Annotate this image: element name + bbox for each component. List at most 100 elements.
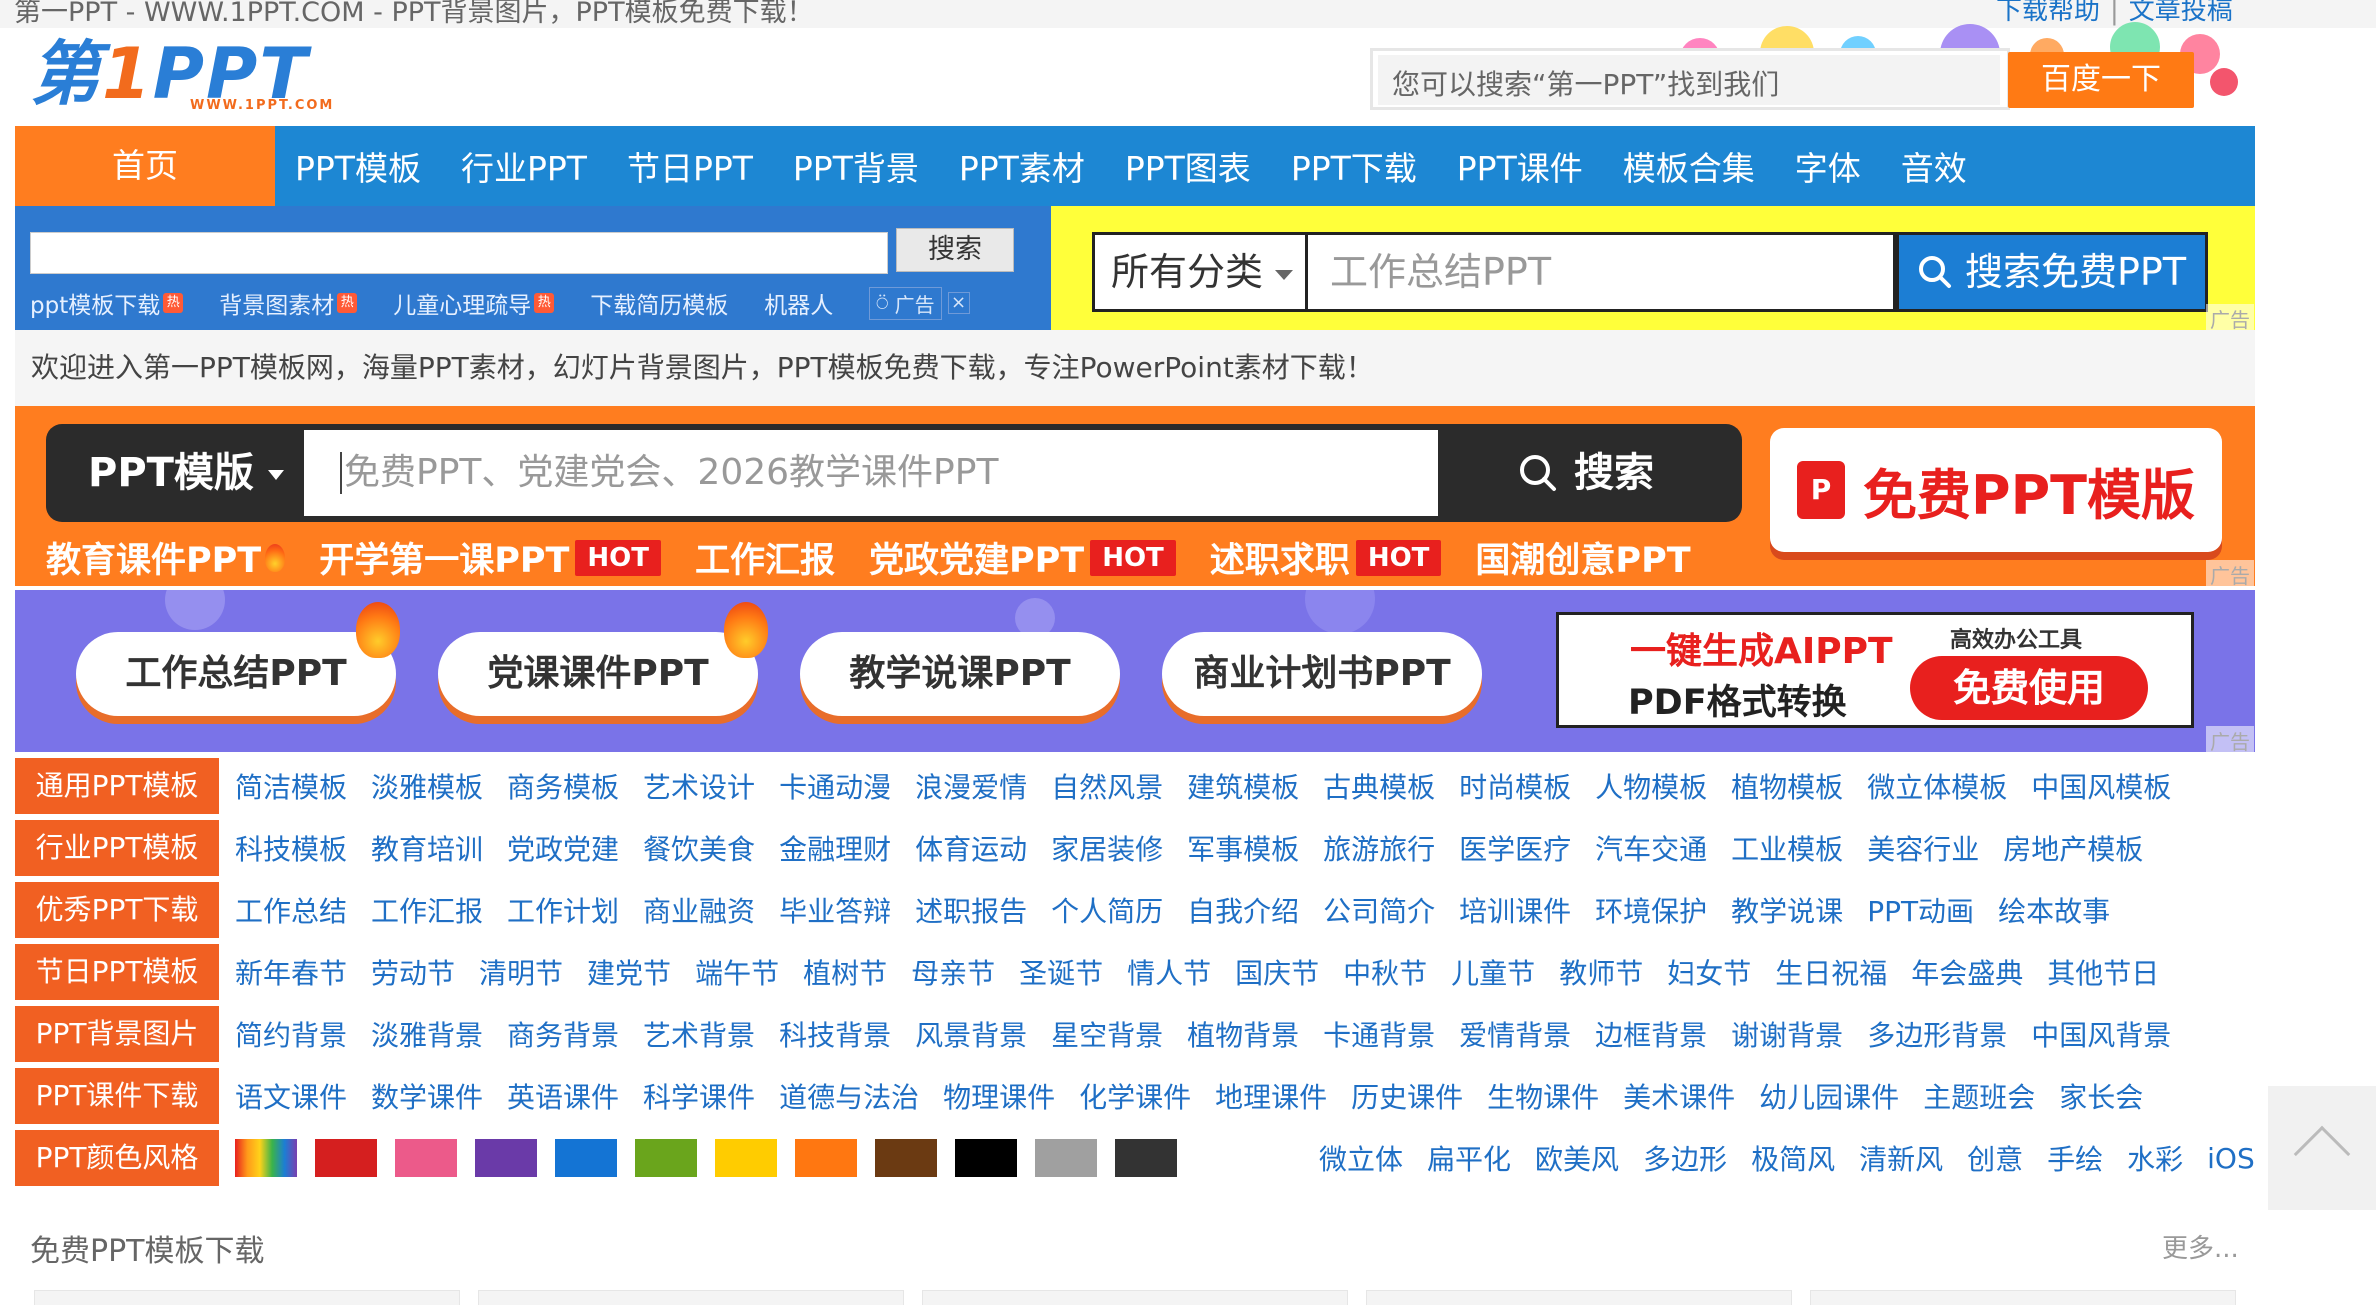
category-link[interactable]: 生日祝福 [1775,952,1887,992]
style-link[interactable]: iOS [2207,1142,2255,1175]
promo-pill-business-plan[interactable]: 商业计划书PPT [1162,632,1482,716]
promo-tag[interactable]: 开学第一课PPT HOT [319,532,661,583]
category-link[interactable]: 商务模板 [507,766,619,806]
category-link[interactable]: 母亲节 [911,952,995,992]
category-label[interactable]: 通用PPT模板 [15,758,219,814]
promo-tag[interactable]: 教育课件PPT [46,532,286,583]
category-link[interactable]: 浪漫爱情 [915,766,1027,806]
free-ppt-button[interactable]: P 免费PPT模版 [1770,428,2222,552]
nav-item-courseware[interactable]: PPT课件 [1437,142,1603,190]
free-search-input[interactable]: 工作总结PPT [1308,232,1896,312]
promo-search-input[interactable]: 免费PPT、党建党会、2026教学课件PPT [304,430,1438,516]
nav-item-font[interactable]: 字体 [1775,142,1881,190]
category-link[interactable]: 风景背景 [915,1014,1027,1054]
category-link[interactable]: 毕业答辩 [779,890,891,930]
category-link[interactable]: 边框背景 [1595,1014,1707,1054]
category-link[interactable]: 教学说课 [1731,890,1843,930]
category-link[interactable]: 党政党建 [507,828,619,868]
category-link[interactable]: 清明节 [479,952,563,992]
color-swatch[interactable] [235,1139,297,1177]
category-link[interactable]: 植物模板 [1731,766,1843,806]
template-card[interactable] [478,1290,904,1305]
category-link[interactable]: 国庆节 [1235,952,1319,992]
category-link[interactable]: 主题班会 [1923,1076,2035,1116]
category-link[interactable]: 卡通背景 [1323,1014,1435,1054]
category-link[interactable]: PPT动画 [1867,890,1974,930]
category-link[interactable]: 道德与法治 [779,1076,919,1116]
category-link[interactable]: 儿童节 [1451,952,1535,992]
category-link[interactable]: 生物课件 [1487,1076,1599,1116]
template-card[interactable] [34,1290,460,1305]
style-link[interactable]: 水彩 [2127,1138,2183,1178]
template-card[interactable] [1810,1290,2236,1305]
search-tag[interactable]: ppt模板下载热 [30,286,184,320]
category-link[interactable]: 古典模板 [1323,766,1435,806]
category-link[interactable]: 工作总结 [235,890,347,930]
search-tag[interactable]: 背景图素材热 [219,286,358,320]
template-card[interactable] [922,1290,1348,1305]
category-link[interactable]: 美术课件 [1623,1076,1735,1116]
color-swatch[interactable] [635,1139,697,1177]
nav-item-ppt-template[interactable]: PPT模板 [275,142,441,190]
category-link[interactable]: 个人简历 [1051,890,1163,930]
category-link[interactable]: 新年春节 [235,952,347,992]
style-link[interactable]: 手绘 [2047,1138,2103,1178]
category-link[interactable]: 微立体模板 [1867,766,2007,806]
nav-item-download[interactable]: PPT下载 [1271,142,1437,190]
free-use-button[interactable]: 免费使用 [1910,656,2148,720]
category-link[interactable]: 其他节日 [2047,952,2159,992]
baidu-search-button[interactable]: 百度一下 [2008,52,2194,108]
category-link[interactable]: 商业融资 [643,890,755,930]
nav-item-holiday[interactable]: 节日PPT [607,142,773,190]
category-link[interactable]: 军事模板 [1187,828,1299,868]
category-link[interactable]: 商务背景 [507,1014,619,1054]
category-link[interactable]: 简洁模板 [235,766,347,806]
category-label[interactable]: 优秀PPT下载 [15,882,219,938]
ad-close-icon[interactable]: × [947,292,970,314]
category-link[interactable]: 妇女节 [1667,952,1751,992]
style-link[interactable]: 欧美风 [1535,1138,1619,1178]
category-link[interactable]: 房地产模板 [2003,828,2143,868]
category-link[interactable]: 幼儿园课件 [1759,1076,1899,1116]
nav-item-sound[interactable]: 音效 [1881,142,1987,190]
back-to-top-button[interactable] [2268,1086,2376,1210]
category-link[interactable]: 绘本故事 [1998,890,2110,930]
promo-search-button[interactable]: 搜索 [1440,430,1730,516]
category-label[interactable]: PPT课件下载 [15,1068,219,1124]
category-link[interactable]: 星空背景 [1051,1014,1163,1054]
category-link[interactable]: 情人节 [1127,952,1211,992]
category-link[interactable]: 中国风背景 [2031,1014,2171,1054]
category-link[interactable]: 建党节 [587,952,671,992]
style-link[interactable]: 多边形 [1643,1138,1727,1178]
category-link[interactable]: 淡雅背景 [371,1014,483,1054]
more-link[interactable]: 更多... [2162,1228,2239,1265]
style-link[interactable]: 微立体 [1319,1138,1403,1178]
category-link[interactable]: 汽车交通 [1595,828,1707,868]
color-swatch[interactable] [315,1139,377,1177]
search-tag[interactable]: 机器人 [764,286,833,320]
category-link[interactable]: 科技背景 [779,1014,891,1054]
category-link[interactable]: 人物模板 [1595,766,1707,806]
category-link[interactable]: 化学课件 [1079,1076,1191,1116]
color-swatch[interactable] [955,1139,1017,1177]
category-link[interactable]: 培训课件 [1459,890,1571,930]
category-link[interactable]: 医学医疗 [1459,828,1571,868]
category-link[interactable]: 中秋节 [1343,952,1427,992]
category-link[interactable]: 科技模板 [235,828,347,868]
category-link[interactable]: 金融理财 [779,828,891,868]
free-search-button[interactable]: 搜索免费PPT [1896,232,2208,312]
category-link[interactable]: 淡雅模板 [371,766,483,806]
category-link[interactable]: 多边形背景 [1867,1014,2007,1054]
category-link[interactable]: 卡通动漫 [779,766,891,806]
category-link[interactable]: 爱情背景 [1459,1014,1571,1054]
category-link[interactable]: 中国风模板 [2031,766,2171,806]
site-search-input[interactable] [30,232,888,274]
promo-pill-work-summary[interactable]: 工作总结PPT [76,632,396,716]
category-link[interactable]: 年会盛典 [1911,952,2023,992]
category-link[interactable]: 公司简介 [1323,890,1435,930]
category-link[interactable]: 地理课件 [1215,1076,1327,1116]
nav-item-material[interactable]: PPT素材 [939,142,1105,190]
category-link[interactable]: 艺术背景 [643,1014,755,1054]
category-link[interactable]: 谢谢背景 [1731,1014,1843,1054]
promo-tag[interactable]: 述职求职 HOT [1210,532,1442,583]
